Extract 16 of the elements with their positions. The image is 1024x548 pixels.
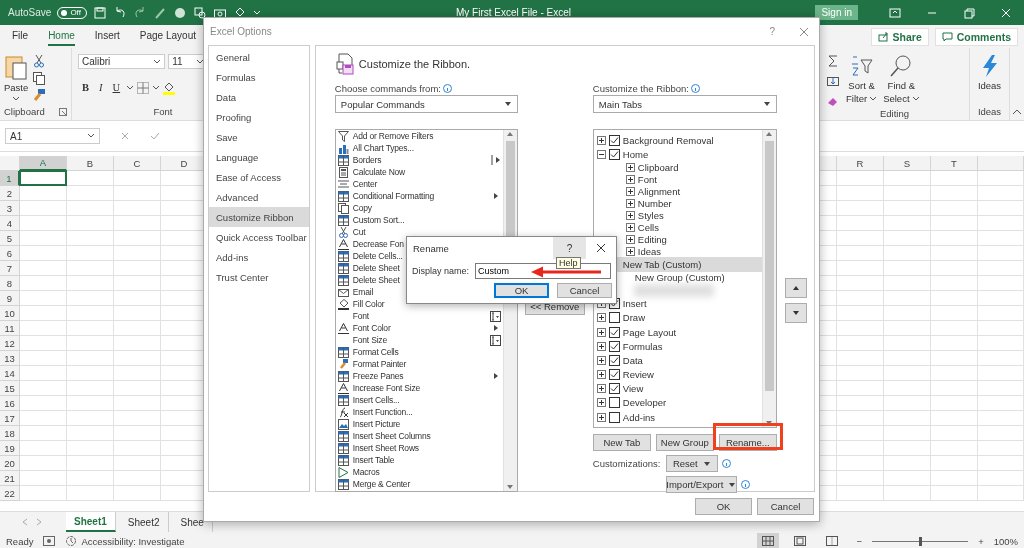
field-label: Display name:: [412, 266, 470, 276]
autosave-label: AutoSave: [8, 7, 52, 18]
tooltip: Help: [556, 257, 581, 269]
dialog-title: Excel Options: [210, 26, 272, 37]
section-heading: Customize the Ribbon.: [358, 58, 471, 70]
group-label: Editing: [878, 108, 911, 119]
field-label: Customize the Ribbon:: [592, 82, 689, 94]
dialog-title: Rename: [412, 241, 450, 256]
group-label: Ideas: [976, 106, 1003, 117]
group-label: Clipboard: [4, 106, 45, 117]
field-label: Customizations:: [592, 458, 662, 469]
status-text: Ready: [6, 535, 34, 547]
window-title: My First Excel File - Excel: [456, 7, 572, 18]
group-label: Font: [152, 106, 174, 117]
field-label: Choose commands from:: [334, 82, 441, 94]
zoom-level: 100%: [993, 535, 1018, 547]
